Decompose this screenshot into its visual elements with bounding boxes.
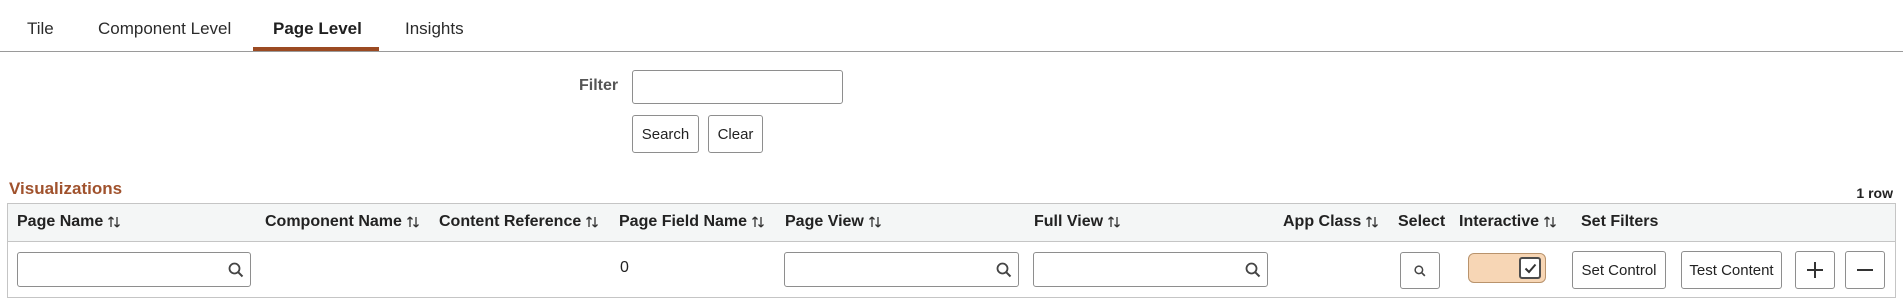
col-header-label: Select [1398,213,1446,230]
col-header-label: App Class [1283,213,1362,230]
minus-icon [1857,269,1873,271]
section-title: Visualizations [9,179,123,198]
col-header-app-class[interactable]: App Class [1283,213,1379,231]
sort-icon [108,216,121,228]
search-icon[interactable] [228,262,244,278]
col-header-label: Content Reference [439,213,582,230]
active-tab-indicator [253,47,379,51]
checkmark-icon [1519,257,1541,279]
tab-insights[interactable]: Insights [405,19,464,39]
search-icon[interactable] [996,262,1012,278]
interactive-toggle[interactable] [1468,253,1546,283]
col-header-page-view[interactable]: Page View [785,213,882,231]
grid-header: Page Name Component Name Content Referen… [8,204,1895,242]
col-header-label: Full View [1034,213,1104,230]
col-header-label: Page Field Name [619,213,748,230]
filter-input[interactable] [632,70,843,104]
select-lookup-button[interactable] [1400,252,1440,289]
search-button[interactable]: Search [632,115,699,153]
delete-row-button[interactable] [1845,251,1885,289]
col-header-label: Set Filters [1581,213,1659,230]
col-header-page-name[interactable]: Page Name [17,213,121,231]
tab-component-level[interactable]: Component Level [98,19,231,39]
sort-icon [406,216,419,228]
row-count: 1 row [1856,185,1893,201]
tab-tile[interactable]: Tile [27,19,54,39]
page-view-input[interactable] [784,252,1019,287]
sort-icon [586,216,599,228]
col-header-label: Page View [785,213,864,230]
filter-label: Filter [579,77,619,94]
page-field-name-value: 0 [620,259,629,276]
sort-icon [1544,216,1557,228]
clear-button[interactable]: Clear [708,115,763,153]
sort-icon [1366,216,1379,228]
tab-bar: Tile Component Level Page Level Insights [0,0,1903,52]
search-icon[interactable] [1245,262,1261,278]
page-name-input[interactable] [17,252,251,287]
col-header-component-name[interactable]: Component Name [265,213,420,231]
col-header-set-filters: Set Filters [1581,213,1658,231]
col-header-page-field-name[interactable]: Page Field Name [619,213,765,231]
tab-page-level[interactable]: Page Level [273,19,362,39]
plus-icon [1807,262,1823,278]
col-header-content-reference[interactable]: Content Reference [439,213,599,231]
add-row-button[interactable] [1795,251,1835,289]
sort-icon [752,216,765,228]
col-header-select: Select [1398,213,1445,231]
sort-icon [868,216,881,228]
col-header-full-view[interactable]: Full View [1034,213,1121,231]
visualizations-grid: Page Name Component Name Content Referen… [7,203,1896,298]
col-header-interactive[interactable]: Interactive [1459,213,1557,231]
sort-icon [1108,216,1121,228]
col-header-label: Page Name [17,213,104,230]
full-view-input[interactable] [1033,252,1268,287]
set-control-button[interactable]: Set Control [1572,251,1666,289]
col-header-label: Interactive [1459,213,1540,230]
col-header-label: Component Name [265,213,402,230]
test-content-button[interactable]: Test Content [1681,251,1782,289]
search-icon [1414,264,1426,276]
